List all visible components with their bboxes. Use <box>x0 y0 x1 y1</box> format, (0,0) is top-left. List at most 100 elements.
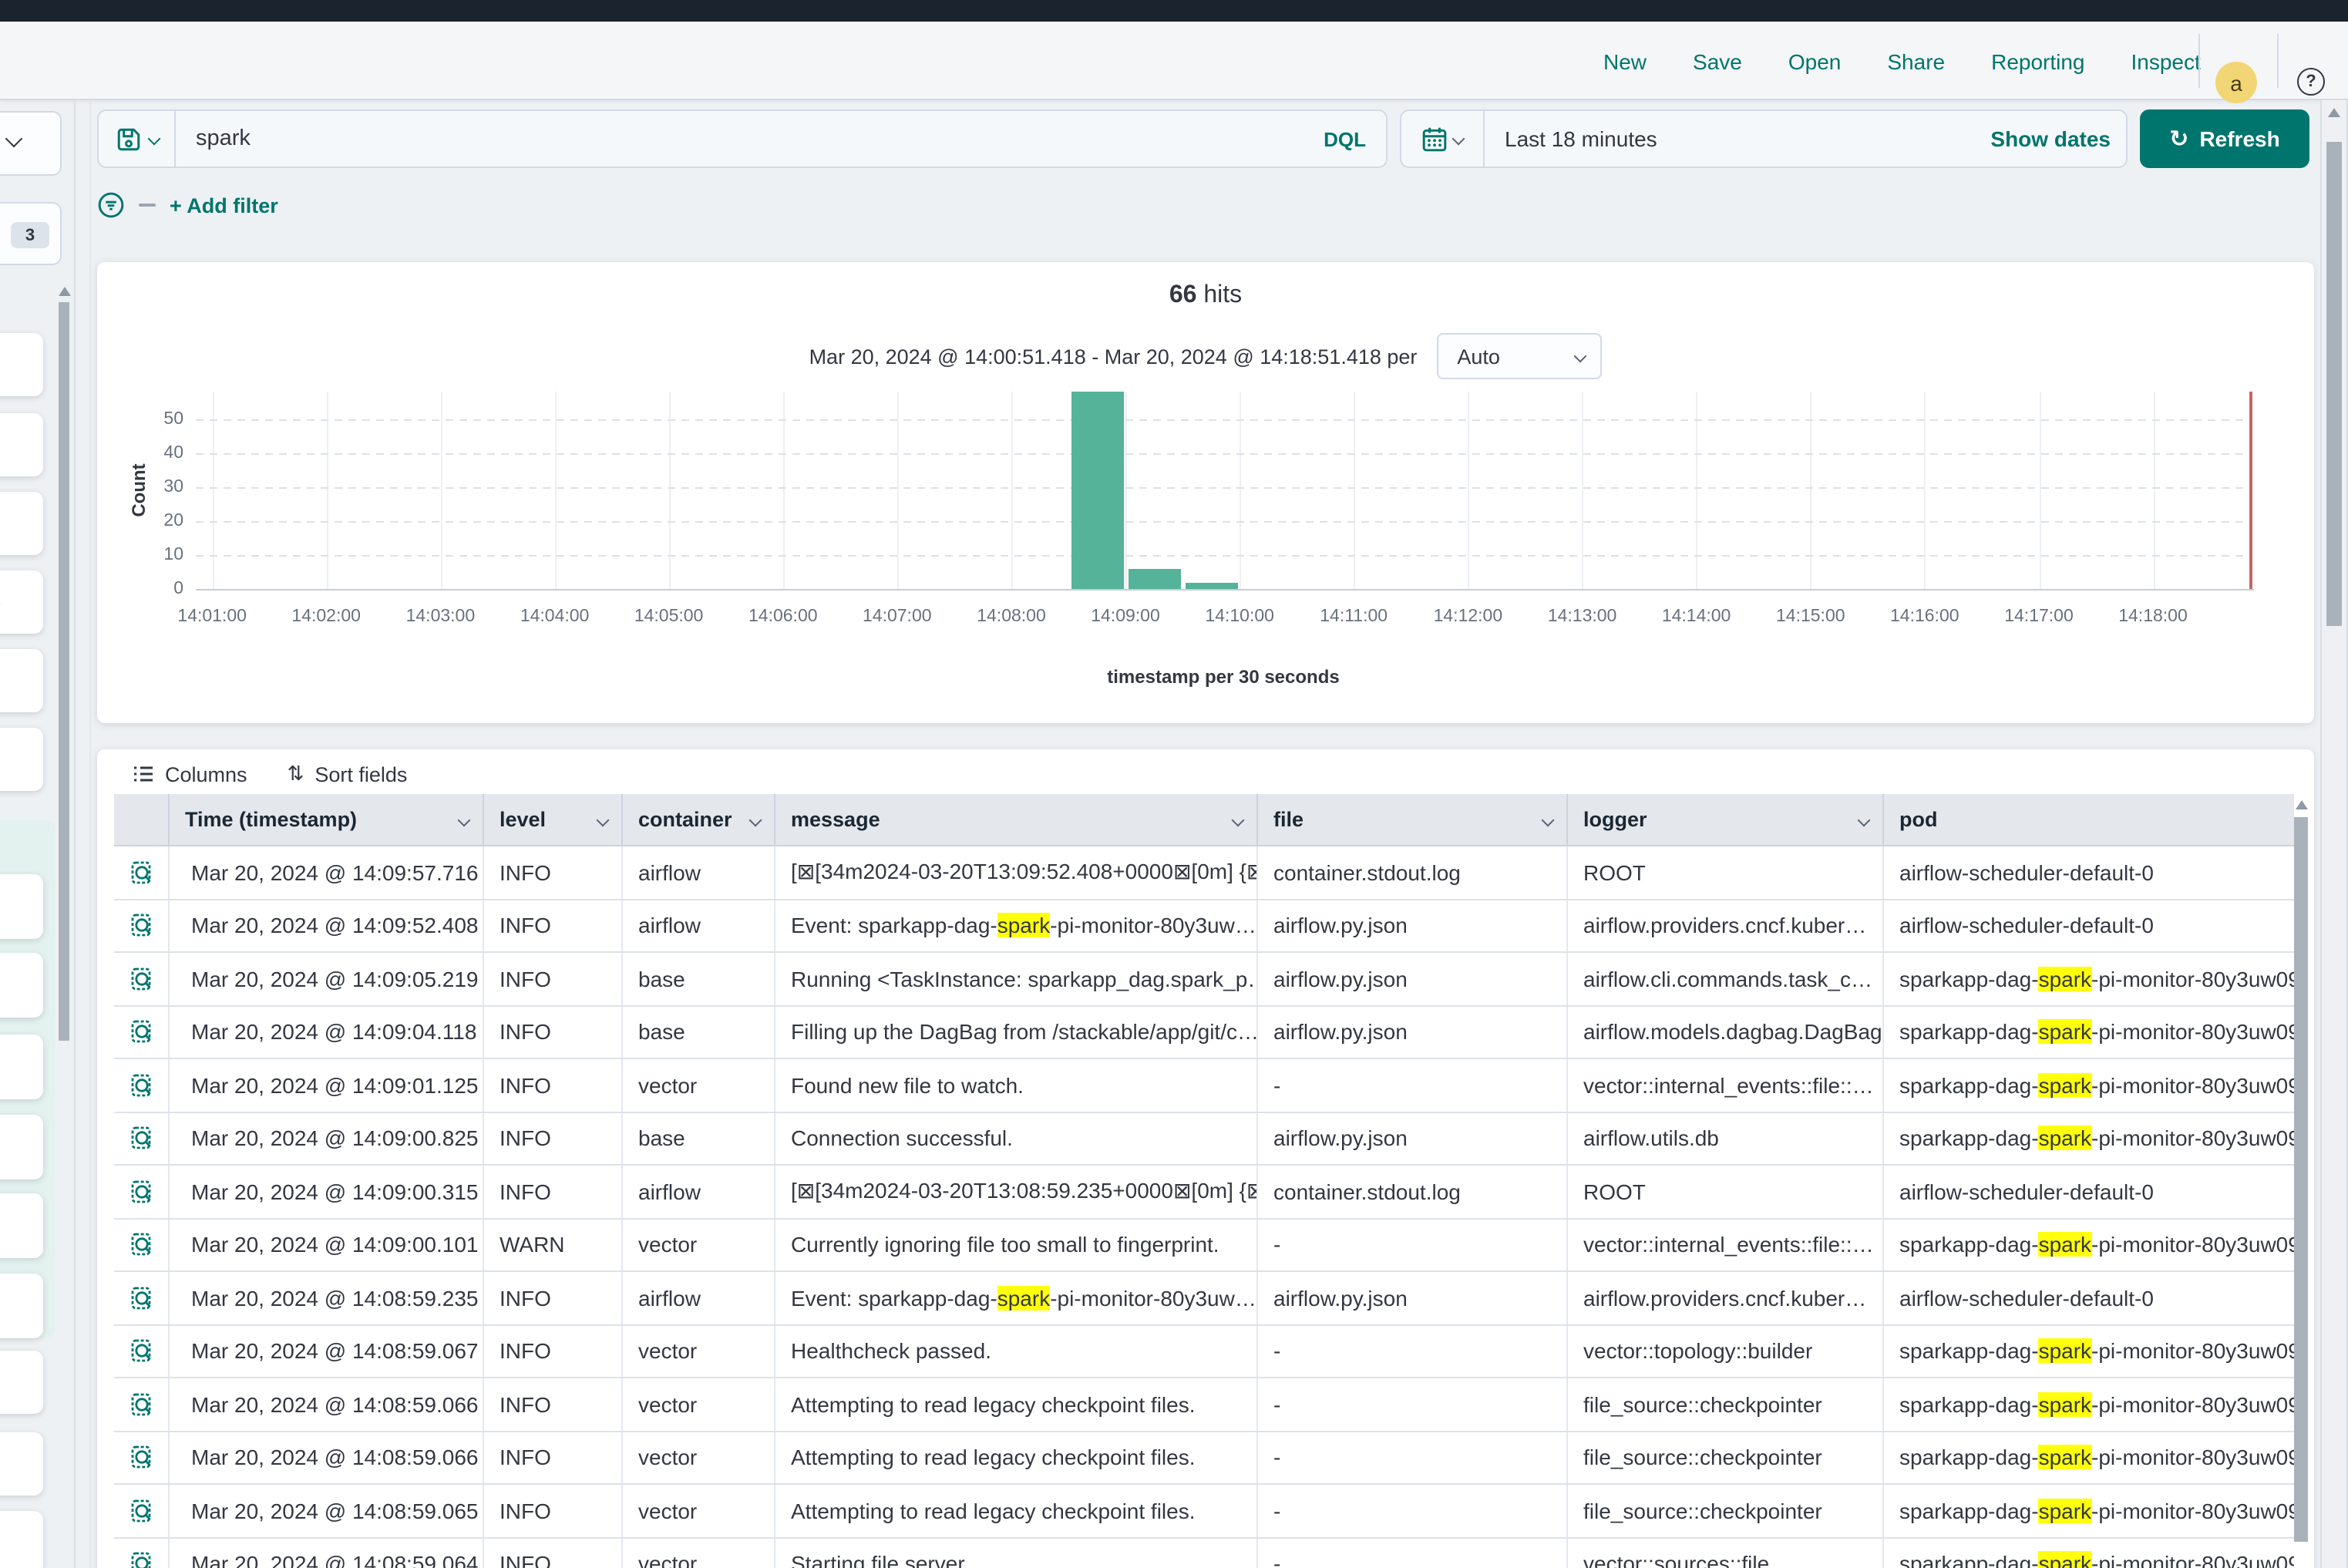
nav-link-inspect[interactable]: Inspect <box>2131 49 2201 73</box>
inspect-document-icon <box>129 967 153 991</box>
inspect-document-icon <box>129 860 153 885</box>
sidebar-collapse-button[interactable] <box>0 111 62 176</box>
expand-row-button[interactable] <box>114 1166 170 1217</box>
expand-row-button[interactable] <box>114 1006 170 1058</box>
cell-container: airflow <box>623 900 775 951</box>
search-input[interactable]: spark <box>176 126 1324 151</box>
expand-row-button[interactable] <box>114 1432 170 1483</box>
histogram-bar[interactable] <box>1071 392 1123 589</box>
help-icon[interactable]: ? <box>2297 68 2325 96</box>
time-range-value[interactable]: Last 18 minutes <box>1485 126 1990 151</box>
nav-link-new[interactable]: New <box>1603 49 1647 73</box>
saved-query-menu-button[interactable] <box>99 111 176 167</box>
nav-divider <box>2198 34 2200 88</box>
field-card[interactable] <box>0 1351 43 1414</box>
cell-pod: airflow-scheduler-default-0 <box>1884 1272 2294 1324</box>
chevron-down-icon[interactable] <box>1858 813 1871 826</box>
expand-row-button[interactable] <box>114 846 170 898</box>
chevron-down-icon[interactable] <box>1232 813 1245 826</box>
expand-row-button[interactable] <box>114 1059 170 1111</box>
table-row: Mar 20, 2024 @ 14:09:04.118INFObaseFilli… <box>114 1006 2294 1059</box>
selected-field-card[interactable] <box>0 1115 43 1179</box>
expand-row-button[interactable] <box>114 1219 170 1270</box>
expand-row-button[interactable] <box>114 1538 170 1568</box>
column-header-container[interactable]: container <box>623 794 775 845</box>
chevron-down-icon[interactable] <box>597 813 610 826</box>
selected-field-card[interactable] <box>0 1035 43 1099</box>
sidebar-scrollbar[interactable] <box>59 302 69 1041</box>
expand-row-button[interactable] <box>114 1325 170 1377</box>
cell-container: vector <box>623 1219 775 1270</box>
expand-row-button[interactable] <box>114 1112 170 1164</box>
expand-row-button[interactable] <box>114 953 170 1004</box>
chevron-down-icon[interactable] <box>749 813 762 826</box>
header-expander-column <box>114 794 170 845</box>
page-scroll-up-icon[interactable] <box>2328 108 2340 117</box>
cell-time: Mar 20, 2024 @ 14:09:05.219 <box>170 953 484 1004</box>
column-header-pod[interactable]: pod <box>1884 794 2294 845</box>
x-axis-title: timestamp per 30 seconds <box>196 666 2251 688</box>
field-card[interactable] <box>0 413 43 476</box>
column-header-file[interactable]: file <box>1258 794 1568 845</box>
field-card[interactable] <box>0 1511 43 1568</box>
expand-row-button[interactable] <box>114 1272 170 1324</box>
nav-link-open[interactable]: Open <box>1788 49 1842 73</box>
column-header-message[interactable]: message <box>775 794 1258 845</box>
columns-button[interactable]: Columns <box>133 762 247 786</box>
expand-row-button[interactable] <box>114 900 170 951</box>
avatar[interactable]: a <box>2215 62 2257 103</box>
field-card[interactable]: × <box>0 570 43 634</box>
cell-level: INFO <box>484 900 623 951</box>
column-header-time[interactable]: Time (timestamp) <box>170 794 484 845</box>
refresh-button[interactable]: ↻ Refresh <box>2140 109 2309 168</box>
histogram-bar[interactable] <box>1185 582 1237 589</box>
field-card[interactable] <box>0 728 43 791</box>
nav-link-save[interactable]: Save <box>1693 49 1742 73</box>
count-badge: 3 <box>11 222 49 248</box>
field-card[interactable] <box>0 333 43 396</box>
field-card[interactable] <box>0 1432 43 1496</box>
page-scrollbar[interactable] <box>2326 142 2342 626</box>
show-dates-button[interactable]: Show dates <box>1990 126 2126 151</box>
selected-field-card[interactable] <box>0 953 43 1018</box>
cell-container: vector <box>623 1538 775 1568</box>
cell-message: Event: sparkapp-dag-spark-pi-monitor-80y… <box>775 1272 1258 1324</box>
column-header-logger[interactable]: logger <box>1568 794 1884 845</box>
close-icon[interactable]: × <box>0 583 2 618</box>
table-row: Mar 20, 2024 @ 14:08:59.065INFOvectorAtt… <box>114 1485 2294 1538</box>
field-card[interactable] <box>0 649 43 712</box>
chevron-down-icon[interactable] <box>1542 813 1555 826</box>
calendar-menu-button[interactable] <box>1401 111 1485 167</box>
table-scrollbar[interactable] <box>2294 817 2308 1542</box>
filter-dash <box>139 204 156 207</box>
cell-pod: sparkapp-dag-spark-pi-monitor-80y3uw09 <box>1884 1485 2294 1536</box>
table-scroll-up-icon[interactable] <box>2296 800 2308 809</box>
inspect-document-icon <box>129 1392 153 1417</box>
column-header-level[interactable]: level <box>484 794 623 845</box>
table-row: Mar 20, 2024 @ 14:08:59.066INFOvectorAtt… <box>114 1432 2294 1485</box>
sidebar-scroll-up-icon[interactable] <box>59 287 71 296</box>
selected-field-card[interactable] <box>0 1274 43 1338</box>
gridline-vertical <box>1125 392 1127 589</box>
table-row: Mar 20, 2024 @ 14:08:59.067INFOvectorHea… <box>114 1325 2294 1378</box>
sort-fields-button[interactable]: ⇅ Sort fields <box>288 762 408 786</box>
selected-field-card[interactable] <box>0 1193 43 1258</box>
nav-link-share[interactable]: Share <box>1887 49 1945 73</box>
expand-row-button[interactable] <box>114 1378 170 1430</box>
query-language-button[interactable]: DQL <box>1324 127 1386 150</box>
filter-icon[interactable] <box>97 191 125 219</box>
chevron-down-icon[interactable] <box>458 813 471 826</box>
field-card[interactable] <box>0 492 43 555</box>
add-filter-button[interactable]: + Add filter <box>170 193 278 217</box>
gridline-vertical <box>1925 392 1926 589</box>
cell-logger: airflow.models.dagbag.DagBag <box>1568 1006 1884 1058</box>
cell-time: Mar 20, 2024 @ 14:08:59.066 <box>170 1432 484 1483</box>
histogram-bar[interactable] <box>1128 569 1180 589</box>
selected-field-card[interactable] <box>0 874 43 939</box>
cell-logger: airflow.utils.db <box>1568 1112 1884 1164</box>
chevron-down-icon <box>147 133 160 146</box>
gridline-vertical <box>2153 392 2155 589</box>
nav-link-reporting[interactable]: Reporting <box>1991 49 2084 73</box>
expand-row-button[interactable] <box>114 1485 170 1536</box>
app-viewport: New Save Open Share Reporting Inspect a ? 3 ×… <box>0 0 2348 1568</box>
